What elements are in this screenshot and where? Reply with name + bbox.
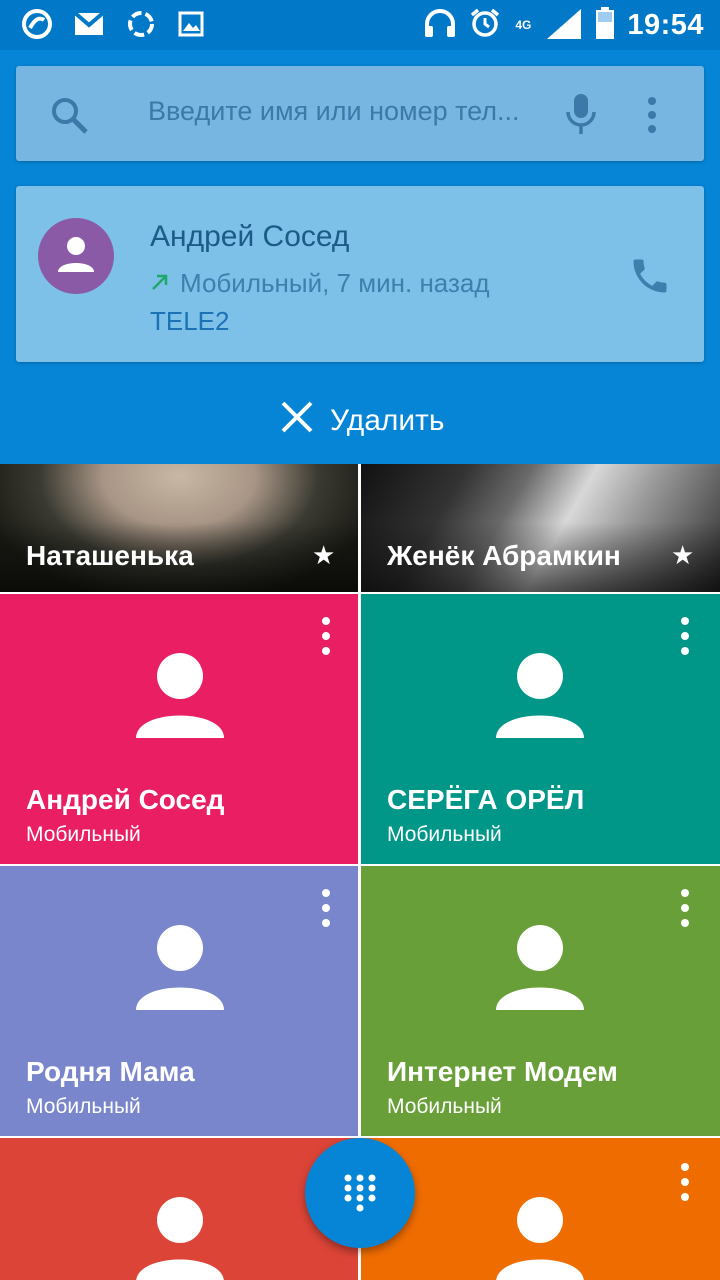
search-bar[interactable]: Введите имя или номер тел... [16,66,704,161]
favorite-tile[interactable] [361,1138,720,1280]
person-icon [136,1197,224,1280]
recent-call-detail-row: Мобильный, 7 мин. назад [150,268,490,299]
header-panel: Введите имя или номер тел... Андрей Сосе… [0,50,720,464]
more-options-icon[interactable] [680,616,690,656]
more-options-icon[interactable] [680,888,690,928]
favorite-tile[interactable]: Родня Мама Мобильный [0,866,358,1136]
microphone-icon[interactable] [564,92,598,136]
gmail-icon [73,11,105,41]
favorite-tile[interactable]: Наташенька ★ [0,464,358,592]
alarm-icon [469,7,501,44]
favorite-tile[interactable]: Женёк Абрамкин ★ [361,464,720,592]
outgoing-call-arrow-icon [150,268,170,299]
sync-icon [126,9,156,44]
contact-name: СЕРЁГА ОРЁЛ [387,784,585,815]
contact-name: Наташенька [26,540,194,571]
signal-icon [545,7,583,44]
favorite-tile[interactable]: Интернет Модем Мобильный [361,866,720,1136]
contact-phone-type: Мобильный [387,1095,502,1118]
headphones-icon [423,8,457,43]
more-options-icon[interactable] [321,888,331,928]
status-bar: 4G 19:54 [0,0,720,50]
person-icon [496,925,584,1010]
dialpad-button[interactable] [305,1138,415,1248]
app-notification-icon [22,9,52,44]
clock: 19:54 [627,8,704,41]
person-icon [136,653,224,738]
phone-call-icon[interactable] [628,254,672,298]
favorite-tile[interactable]: СЕРЁГА ОРЁЛ Мобильный [361,594,720,864]
recent-call-name: Андрей Сосед [150,220,350,253]
recent-call-carrier: TELE2 [150,306,230,336]
gallery-icon [178,11,204,42]
close-icon [280,400,314,442]
search-input[interactable]: Введите имя или номер тел... [148,96,548,127]
contact-phone-type: Мобильный [387,823,502,846]
favorite-tile[interactable]: Андрей Сосед Мобильный [0,594,358,864]
contact-name: Женёк Абрамкин [387,540,621,571]
more-options-icon[interactable] [321,616,331,656]
contact-phone-type: Мобильный [26,1095,141,1118]
recent-call-card[interactable]: Андрей Сосед Мобильный, 7 мин. назад TEL… [16,186,704,362]
search-icon[interactable] [50,96,90,136]
favorite-tile[interactable] [0,1138,358,1280]
more-options-icon[interactable] [642,95,662,135]
dialpad-icon [344,1174,376,1212]
person-icon [496,1197,584,1280]
contact-name: Андрей Сосед [26,784,225,815]
star-icon: ★ [671,540,695,570]
person-icon [496,653,584,738]
remove-button[interactable]: Удалить [280,400,445,442]
battery-icon [595,6,615,44]
contact-name: Интернет Модем [387,1056,618,1087]
star-icon: ★ [312,540,336,570]
contact-phone-type: Мобильный [26,823,141,846]
more-options-icon[interactable] [680,1162,690,1202]
remove-label: Удалить [330,404,445,437]
network-4g-icon: 4G [515,18,532,32]
contact-name: Родня Мама [26,1056,195,1087]
person-icon [136,925,224,1010]
avatar [38,218,114,294]
recent-call-detail: Мобильный, 7 мин. назад [180,268,490,298]
